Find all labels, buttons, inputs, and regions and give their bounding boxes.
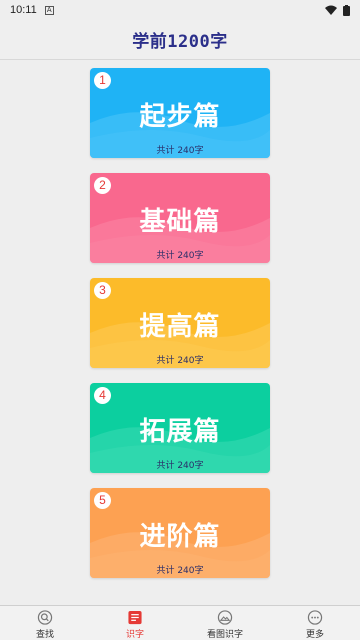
tab-label: 查找 bbox=[35, 630, 54, 640]
card-count: 共计 240字 bbox=[156, 566, 204, 576]
card-count: 共计 240字 bbox=[156, 251, 204, 261]
tab-more[interactable]: 更多 bbox=[270, 606, 360, 640]
card-tigao[interactable]: 3 提高篇 共计 240字 bbox=[90, 278, 270, 368]
card-count: 共计 240字 bbox=[156, 461, 204, 471]
status-time: 10:11 bbox=[10, 4, 37, 16]
card-title: 进阶篇 bbox=[139, 522, 221, 552]
tab-label: 更多 bbox=[305, 630, 324, 640]
tab-label: 识字 bbox=[125, 630, 144, 640]
app-header: 学前1200字 bbox=[0, 20, 360, 60]
card-number: 2 bbox=[94, 177, 111, 194]
bottom-tab-bar: 查找 识字 看图识字 更多 bbox=[0, 605, 360, 640]
card-number: 3 bbox=[94, 282, 111, 299]
tab-search[interactable]: 查找 bbox=[0, 606, 90, 640]
tab-picture[interactable]: 看图识字 bbox=[180, 606, 270, 640]
tab-label: 看图识字 bbox=[206, 630, 243, 640]
book-icon bbox=[128, 610, 142, 625]
card-number: 4 bbox=[94, 387, 111, 404]
tab-shizi[interactable]: 识字 bbox=[90, 606, 180, 640]
image-icon bbox=[217, 610, 233, 625]
card-title: 拓展篇 bbox=[139, 417, 221, 447]
card-title: 基础篇 bbox=[139, 207, 221, 237]
card-jinjie[interactable]: 5 进阶篇 共计 240字 bbox=[90, 488, 270, 578]
card-number: 5 bbox=[94, 492, 111, 509]
page-title: 学前1200字 bbox=[132, 32, 228, 52]
card-title: 起步篇 bbox=[139, 102, 221, 132]
wifi-icon bbox=[325, 5, 337, 15]
notification-a-icon: A bbox=[44, 5, 54, 15]
card-count: 共计 240字 bbox=[156, 146, 204, 156]
more-icon bbox=[307, 610, 323, 625]
search-icon bbox=[37, 610, 53, 625]
status-bar: 10:11 A bbox=[0, 0, 360, 20]
battery-icon bbox=[343, 4, 350, 16]
card-qibu[interactable]: 1 起步篇 共计 240字 bbox=[90, 68, 270, 158]
card-title: 提高篇 bbox=[139, 312, 221, 342]
card-count: 共计 240字 bbox=[156, 356, 204, 366]
card-tuozhan[interactable]: 4 拓展篇 共计 240字 bbox=[90, 383, 270, 473]
card-jichu[interactable]: 2 基础篇 共计 240字 bbox=[90, 173, 270, 263]
card-number: 1 bbox=[94, 72, 111, 89]
